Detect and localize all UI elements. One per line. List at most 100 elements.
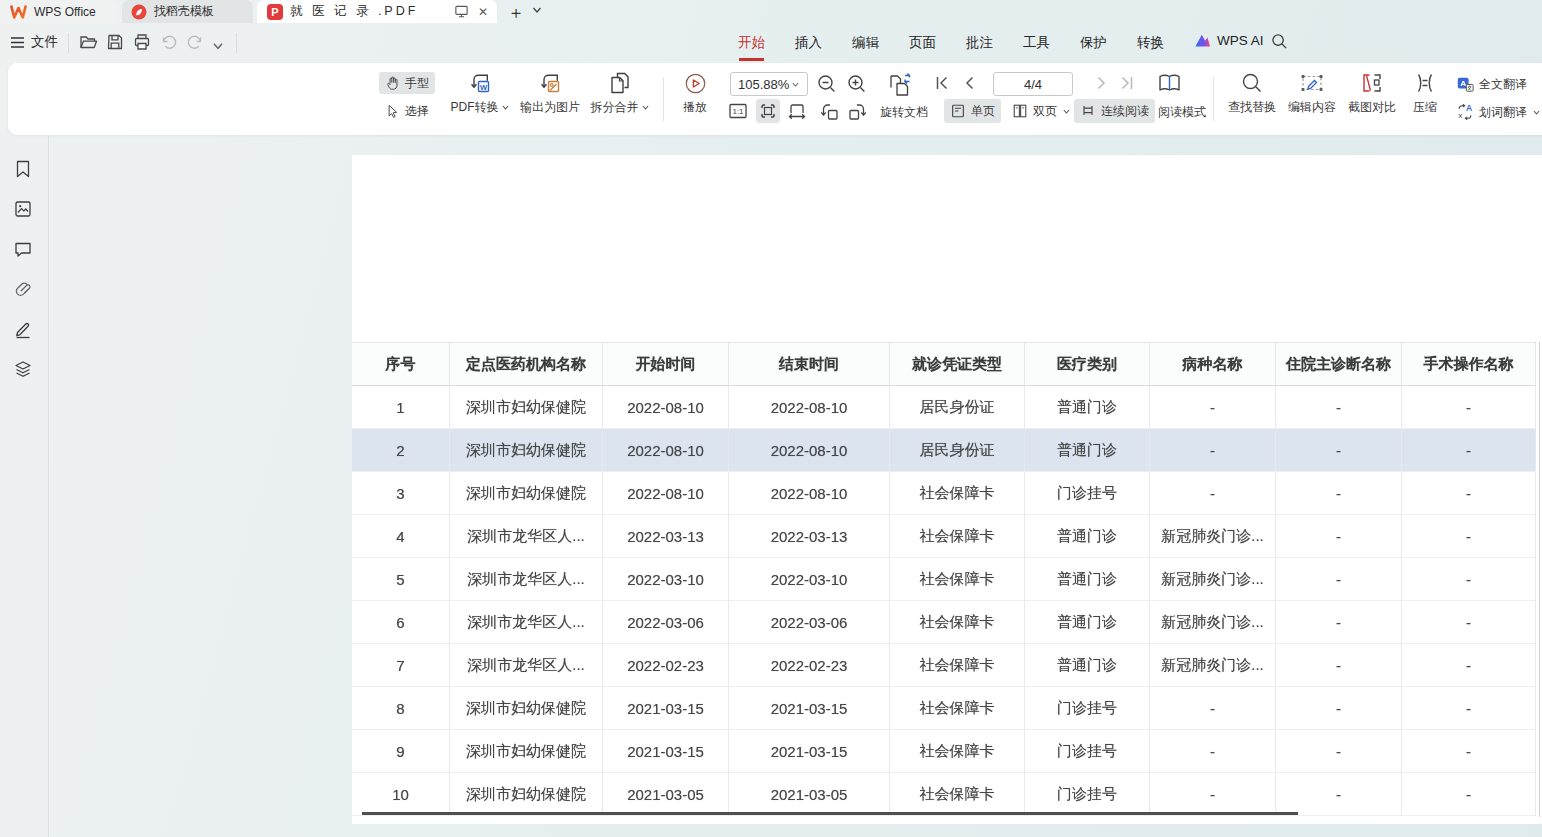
table-cell: 普通门诊 bbox=[1025, 386, 1150, 429]
column-header: 医疗类别 bbox=[1025, 342, 1150, 386]
table-cell: - bbox=[1402, 644, 1536, 687]
save-icon[interactable] bbox=[105, 32, 125, 52]
svg-text:x: x bbox=[1459, 111, 1463, 120]
attachment-icon[interactable] bbox=[13, 279, 33, 299]
table-cell: - bbox=[1276, 601, 1402, 644]
continuous-read-label: 连续阅读 bbox=[1101, 103, 1149, 120]
table-cell: 2022-08-10 bbox=[603, 472, 729, 515]
signature-icon[interactable] bbox=[13, 319, 33, 339]
new-tab-button[interactable]: ＋ bbox=[505, 1, 527, 23]
continuous-read-icon bbox=[1080, 103, 1096, 119]
double-page-button[interactable]: 双页 bbox=[1006, 99, 1077, 123]
open-file-icon[interactable] bbox=[78, 32, 98, 52]
wps-ai-button[interactable]: WPS AI bbox=[1194, 33, 1264, 48]
menu-bar: 文件 开始 插入 编辑 页面 批注 工具 保护 转换 bbox=[0, 23, 1542, 62]
screenshot-compare-button[interactable]: 截图对比 bbox=[1342, 69, 1402, 116]
svg-text:A: A bbox=[1460, 79, 1466, 88]
continuous-read-button[interactable]: 连续阅读 bbox=[1074, 99, 1155, 123]
table-cell: - bbox=[1276, 515, 1402, 558]
column-header: 序号 bbox=[352, 342, 450, 386]
tab-tools[interactable]: 工具 bbox=[1023, 34, 1050, 52]
page-number-input[interactable]: 4/4 bbox=[993, 72, 1073, 96]
comment-panel-icon[interactable] bbox=[13, 239, 33, 259]
zoom-in-icon[interactable] bbox=[846, 73, 868, 95]
zoom-out-icon[interactable] bbox=[816, 73, 838, 95]
first-page-icon[interactable] bbox=[933, 74, 951, 92]
tab-document-active[interactable]: P 就 医 记 录 .PDF ✕ bbox=[257, 0, 497, 23]
actual-size-icon[interactable]: 1:1 bbox=[727, 100, 749, 122]
table-cell: 2021-03-05 bbox=[729, 773, 890, 816]
table-cell: - bbox=[1402, 773, 1536, 816]
hand-tool-button[interactable]: 手型 bbox=[379, 72, 435, 94]
read-mode-label[interactable]: 阅读模式 bbox=[1158, 104, 1206, 121]
export-image-label: 输出为图片 bbox=[520, 99, 580, 116]
tab-list-chevron-icon[interactable] bbox=[531, 4, 543, 16]
divider bbox=[236, 33, 237, 53]
monitor-icon[interactable] bbox=[454, 4, 469, 19]
edit-content-button[interactable]: 编辑内容 bbox=[1282, 69, 1342, 116]
bookmark-icon[interactable] bbox=[13, 159, 33, 179]
last-page-icon[interactable] bbox=[1118, 74, 1136, 92]
fit-width-button[interactable] bbox=[756, 99, 780, 123]
replace-pages-icon[interactable] bbox=[886, 71, 916, 99]
tab-page[interactable]: 页面 bbox=[909, 34, 936, 52]
prev-page-icon[interactable] bbox=[961, 74, 979, 92]
table-cell: - bbox=[1402, 386, 1536, 429]
rotate-doc-label[interactable]: 旋转文档 bbox=[880, 104, 928, 121]
read-mode-icon[interactable] bbox=[1156, 70, 1183, 97]
chevron-down-icon bbox=[641, 103, 650, 112]
table-cell: 4 bbox=[352, 515, 450, 558]
close-tab-icon[interactable]: ✕ bbox=[478, 6, 488, 18]
table-cell: - bbox=[1276, 644, 1402, 687]
table-cell: 2022-03-13 bbox=[603, 515, 729, 558]
undo-menu-chevron-icon[interactable] bbox=[211, 36, 225, 56]
layers-icon[interactable] bbox=[13, 359, 33, 379]
file-menu-button[interactable]: 文件 bbox=[10, 29, 58, 55]
tab-comment[interactable]: 批注 bbox=[966, 34, 993, 52]
rotate-left-icon[interactable] bbox=[818, 100, 840, 122]
column-header: 结束时间 bbox=[729, 342, 890, 386]
table-cell: - bbox=[1402, 601, 1536, 644]
ribbon-tabs: 开始 插入 编辑 页面 批注 工具 保护 转换 bbox=[738, 23, 1164, 62]
hand-tool-label: 手型 bbox=[405, 75, 429, 92]
table-cell: 门诊挂号 bbox=[1025, 687, 1150, 730]
table-cell: - bbox=[1402, 515, 1536, 558]
tab-wps-office[interactable]: WPS Office bbox=[0, 0, 118, 23]
tab-label: 找稻壳模板 bbox=[154, 3, 214, 20]
full-translate-button[interactable]: A 全文翻译 bbox=[1456, 73, 1527, 95]
single-page-button[interactable]: 单页 bbox=[944, 99, 1001, 123]
tab-edit[interactable]: 编辑 bbox=[852, 34, 879, 52]
tab-home[interactable]: 开始 bbox=[738, 34, 765, 52]
table-cell: 10 bbox=[352, 773, 450, 816]
select-tool-button[interactable]: 选择 bbox=[379, 100, 435, 122]
play-button[interactable]: 播放 bbox=[670, 69, 720, 116]
table-cell: - bbox=[1276, 472, 1402, 515]
search-icon[interactable] bbox=[1271, 33, 1288, 50]
print-icon[interactable] bbox=[132, 32, 152, 52]
table-cell: - bbox=[1402, 472, 1536, 515]
column-header: 住院主诊断名称 bbox=[1276, 342, 1402, 386]
fit-page-icon[interactable] bbox=[786, 100, 808, 122]
table-cell: 普通门诊 bbox=[1025, 429, 1150, 472]
compress-button[interactable]: 压缩 bbox=[1401, 69, 1449, 116]
find-replace-button[interactable]: 查找替换 bbox=[1222, 69, 1282, 116]
redo-icon[interactable] bbox=[185, 32, 205, 52]
next-page-icon[interactable] bbox=[1092, 74, 1110, 92]
image-panel-icon[interactable] bbox=[13, 199, 33, 219]
word-translate-button[interactable]: x A 划词翻译 bbox=[1456, 101, 1541, 123]
rotate-right-icon[interactable] bbox=[847, 100, 869, 122]
tab-protect[interactable]: 保护 bbox=[1080, 34, 1107, 52]
table-cell: 2022-08-10 bbox=[729, 429, 890, 472]
table-cell: 社会保障卡 bbox=[890, 601, 1025, 644]
table-cell: 2022-08-10 bbox=[729, 472, 890, 515]
undo-icon[interactable] bbox=[159, 32, 179, 52]
table-cell: 深圳市龙华区人... bbox=[450, 558, 603, 601]
tab-convert[interactable]: 转换 bbox=[1137, 34, 1164, 52]
table-cell: - bbox=[1276, 773, 1402, 816]
zoom-level-combobox[interactable]: 105.88% bbox=[730, 72, 808, 96]
split-merge-button[interactable]: 拆分合并 bbox=[580, 69, 660, 116]
tab-docer[interactable]: 找稻壳模板 bbox=[122, 0, 253, 23]
window-tab-bar: WPS Office 找稻壳模板 P 就 医 记 录 .PDF ✕ ＋ bbox=[0, 0, 1542, 23]
tab-insert[interactable]: 插入 bbox=[795, 34, 822, 52]
divider bbox=[1213, 77, 1214, 121]
